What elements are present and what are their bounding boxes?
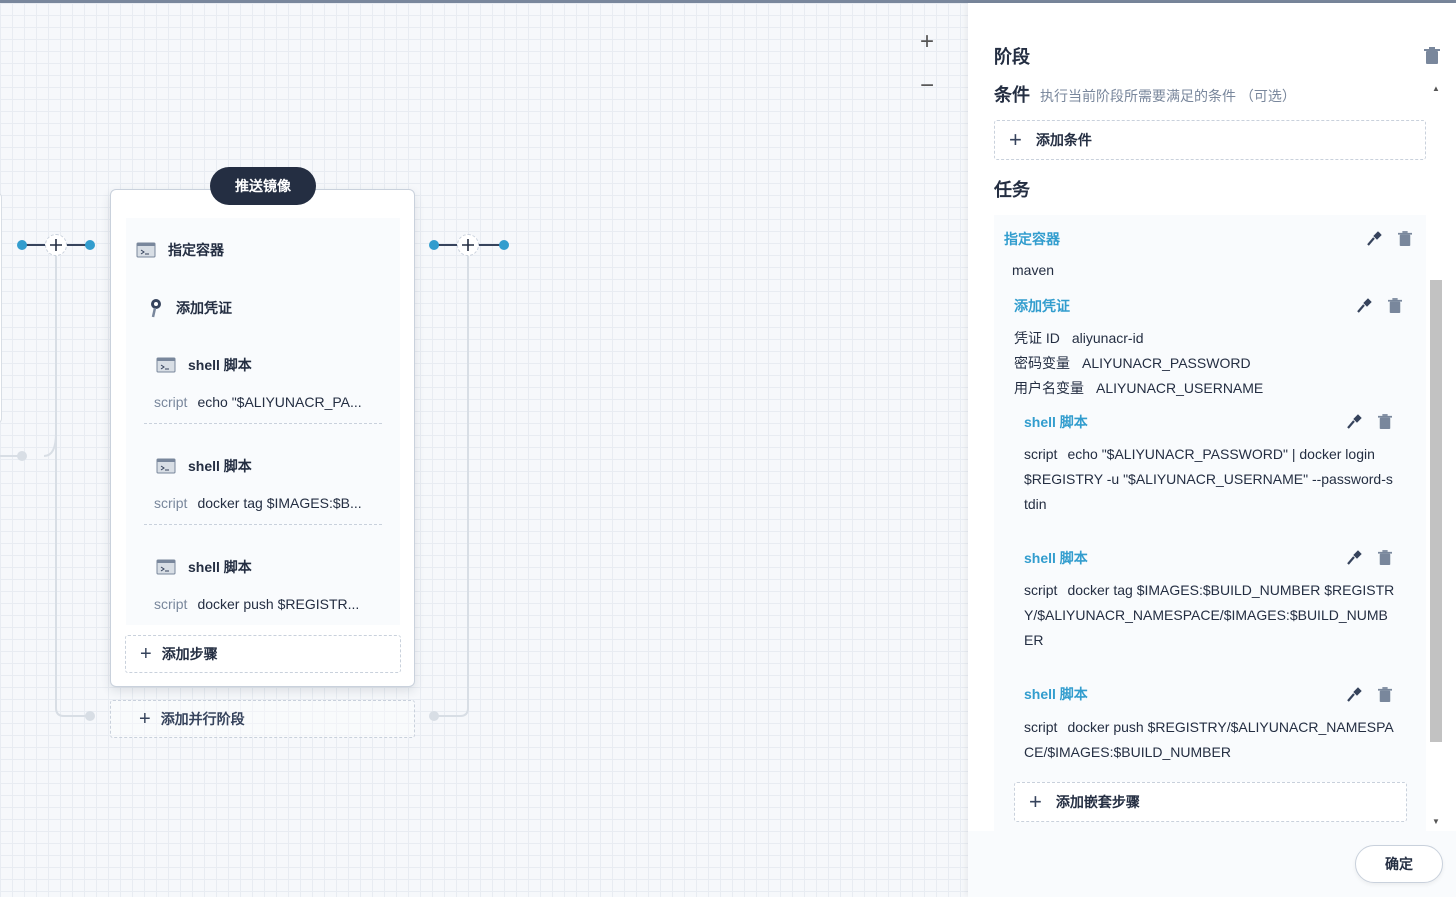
step-script: script docker push $REGISTR...	[154, 596, 360, 612]
add-parallel-stage-button[interactable]: + 添加并行阶段	[110, 700, 415, 738]
pipeline-canvas[interactable]: + − 推送镜像 指定容器 添加凭证 shell 脚本 script echo …	[0, 3, 968, 897]
add-stage-right-button[interactable]	[457, 234, 479, 256]
credential-step-title[interactable]: 添加凭证	[1014, 296, 1070, 316]
step-shell-3[interactable]: shell 脚本	[156, 557, 252, 577]
zoom-out-button[interactable]: −	[912, 71, 942, 101]
divider	[144, 423, 382, 424]
scrollbar-thumb[interactable]	[1430, 280, 1442, 742]
step-title: shell 脚本	[188, 559, 252, 575]
step-title: shell 脚本	[188, 458, 252, 474]
container-step-title[interactable]: 指定容器	[1004, 229, 1060, 249]
plus-icon: +	[1029, 789, 1042, 814]
step-title: shell 脚本	[188, 357, 252, 373]
add-stage-left-button[interactable]	[45, 234, 67, 256]
credential-id: 凭证 ID aliyunacr-id	[1014, 330, 1144, 346]
shell-step-title[interactable]: shell 脚本	[1024, 548, 1088, 568]
panel-title: 阶段	[994, 47, 1030, 67]
terminal-icon	[156, 357, 176, 373]
wrench-icon[interactable]	[1346, 414, 1362, 430]
task-list: 指定容器 maven 添加凭证 凭证 ID aliyunacr-id 密码变量 AL…	[994, 215, 1426, 831]
add-condition-button[interactable]: + 添加条件	[994, 120, 1426, 160]
plus-icon: +	[1009, 127, 1022, 152]
plus-icon	[462, 239, 474, 251]
key-icon	[148, 298, 164, 318]
add-nested-step-button[interactable]: + 添加嵌套步骤	[1014, 782, 1407, 822]
previous-stage-card[interactable]	[0, 193, 2, 423]
step-container[interactable]: 指定容器	[136, 240, 224, 260]
shell-script: script docker tag $IMAGES:$BUILD_NUMBER $…	[1024, 582, 1395, 648]
condition-header: 条件 执行当前阶段所需要满足的条件 （可选）	[994, 85, 1296, 105]
trash-icon[interactable]	[1378, 687, 1392, 703]
divider	[144, 524, 382, 525]
trash-icon[interactable]	[1378, 550, 1392, 566]
wrench-icon[interactable]	[1366, 231, 1382, 247]
step-shell-2[interactable]: shell 脚本	[156, 456, 252, 476]
step-credential[interactable]: 添加凭证	[148, 298, 232, 318]
shell-script: script echo "$ALIYUNACR_PASSWORD" | docke…	[1024, 446, 1393, 512]
trash-icon[interactable]	[1378, 414, 1392, 430]
plus-icon: +	[139, 707, 151, 730]
delete-stage-trash-icon[interactable]	[1424, 47, 1440, 65]
trash-icon[interactable]	[1388, 298, 1402, 314]
shell-step-title[interactable]: shell 脚本	[1024, 684, 1088, 704]
plus-icon	[50, 239, 62, 251]
wrench-icon[interactable]	[1346, 550, 1362, 566]
credential-password-var: 密码变量 ALIYUNACR_PASSWORD	[1014, 355, 1251, 371]
step-shell-1[interactable]: shell 脚本	[156, 355, 252, 375]
credential-username-var: 用户名变量 ALIYUNACR_USERNAME	[1014, 380, 1264, 396]
add-step-button[interactable]: + 添加步骤	[125, 635, 401, 673]
scroll-down-icon[interactable]: ▼	[1432, 817, 1440, 826]
container-value: maven	[1012, 262, 1055, 278]
step-title: 添加凭证	[176, 300, 232, 316]
panel-footer: 确定	[968, 831, 1456, 897]
shell-script: script docker push $REGISTRY/$ALIYUNACR_N…	[1024, 719, 1394, 760]
confirm-button[interactable]: 确定	[1355, 845, 1443, 883]
trash-icon[interactable]	[1398, 231, 1412, 247]
step-script: script echo "$ALIYUNACR_PA...	[154, 394, 362, 410]
wrench-icon[interactable]	[1346, 687, 1362, 703]
terminal-icon	[156, 559, 176, 575]
wrench-icon[interactable]	[1356, 298, 1372, 314]
scroll-up-icon[interactable]: ▲	[1432, 84, 1440, 93]
steps-list: 指定容器 添加凭证 shell 脚本 script echo "$ALIYUNAC…	[126, 218, 400, 625]
stage-config-panel: 阶段 条件 执行当前阶段所需要满足的条件 （可选） + 添加条件 任务 指定容器…	[968, 3, 1456, 897]
terminal-icon	[156, 458, 176, 474]
terminal-icon	[136, 242, 156, 258]
task-title: 任务	[994, 180, 1030, 200]
zoom-in-button[interactable]: +	[912, 27, 942, 57]
stage-title[interactable]: 推送镜像	[210, 167, 316, 205]
panel-scrollbar[interactable]: ▲ ▼	[1430, 84, 1442, 826]
step-title: 指定容器	[168, 242, 224, 258]
shell-step-title[interactable]: shell 脚本	[1024, 412, 1088, 432]
stage-card[interactable]: 指定容器 添加凭证 shell 脚本 script echo "$ALIYUNAC…	[110, 189, 415, 687]
plus-icon: +	[140, 642, 152, 665]
step-script: script docker tag $IMAGES:$B...	[154, 495, 362, 511]
